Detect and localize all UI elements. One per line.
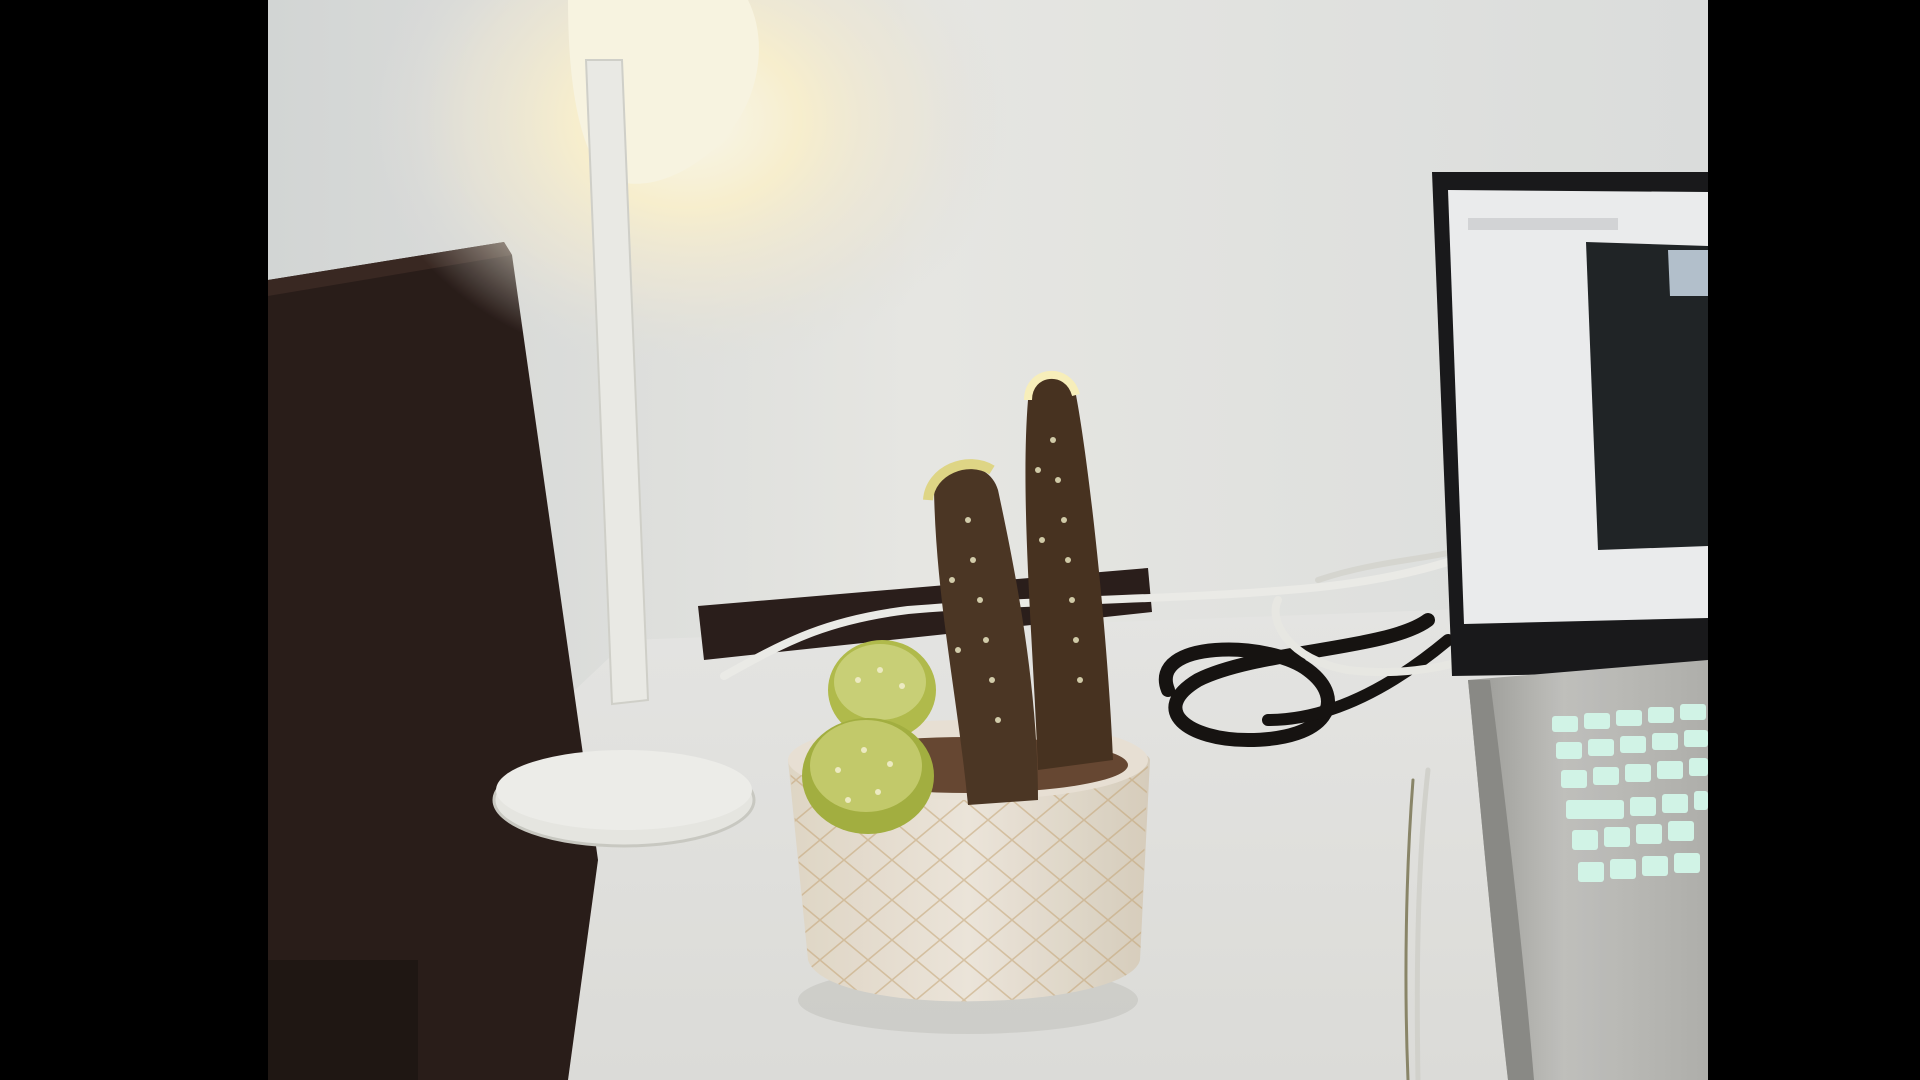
media-viewer	[0, 0, 1920, 1080]
photo-frame	[268, 0, 1708, 1080]
desk-photo	[268, 0, 1708, 1080]
